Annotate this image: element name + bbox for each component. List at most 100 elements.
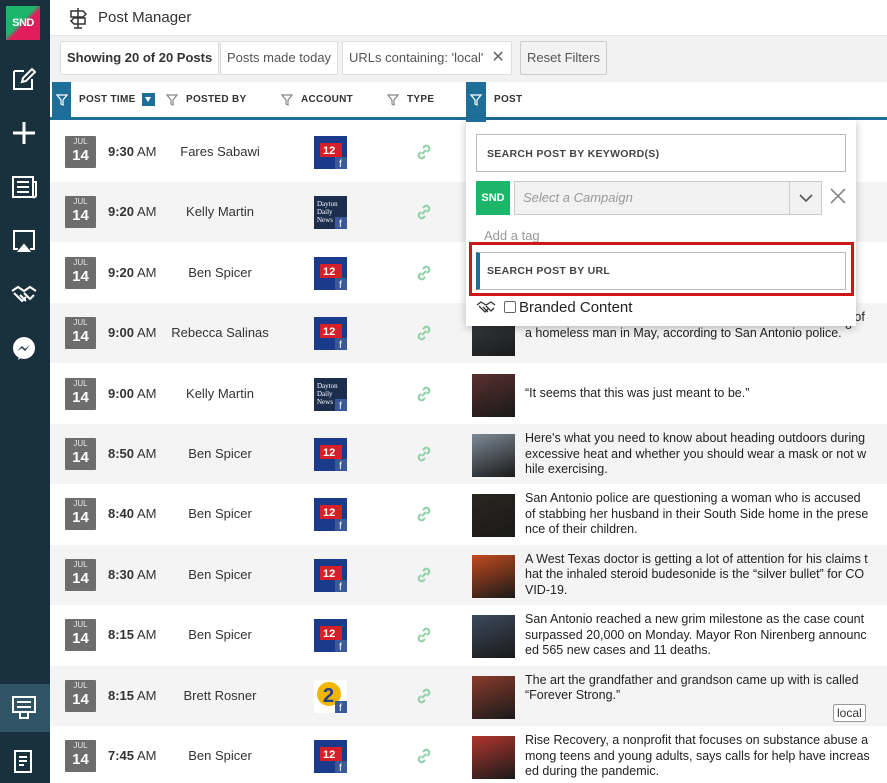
filter-icon[interactable] (166, 93, 178, 106)
branded-content-label: Branded Content (519, 298, 633, 316)
account-avatar-dayton[interactable]: Dayton Daily News f (314, 196, 347, 230)
campaign-placeholder: Select a Campaign (523, 190, 633, 205)
posted-by: Brett Rosner (183, 687, 257, 703)
account-avatar-ksat[interactable]: 12 f (314, 256, 347, 291)
post-text[interactable]: Here's what you need to know about headi… (525, 431, 870, 478)
post-time: 8:15 AM (108, 627, 157, 643)
svg-text:2: 2 (323, 685, 334, 707)
filter-icon[interactable] (281, 93, 293, 106)
table-row[interactable]: JUL 14 9:00 AM Kelly Martin Dayton Daily News f… (50, 364, 887, 424)
table-row[interactable]: JUL 14 8:15 AM Ben Spicer 12 f San Antonio rea… (50, 605, 887, 665)
account-avatar-ksat[interactable]: 12 f (314, 619, 347, 653)
svg-text:News: News (317, 216, 333, 224)
column-posted-by[interactable]: POSTED BY (166, 82, 247, 117)
post-text[interactable]: San Antonio police are questioning a wom… (525, 491, 870, 538)
report-icon[interactable] (7, 745, 41, 779)
post-thumbnail[interactable] (472, 615, 515, 659)
post-time: 9:30 AM (108, 144, 157, 159)
popover-arrow (466, 118, 486, 122)
snd-logo[interactable]: SND (6, 6, 40, 40)
svg-text:12: 12 (323, 326, 335, 338)
messenger-icon[interactable] (7, 332, 41, 366)
table-row[interactable]: JUL 14 8:15 AM Brett Rosner 2 f The art the gr… (50, 665, 887, 726)
post-thumbnail[interactable] (472, 554, 515, 598)
post-thumbnail[interactable] (472, 494, 515, 538)
newspaper-icon[interactable] (7, 170, 41, 204)
column-post-time[interactable]: POST TIME (79, 82, 155, 117)
svg-text:f: f (339, 159, 342, 169)
account-avatar-ksat[interactable]: 12 f (314, 740, 347, 774)
account-avatar-ksat[interactable]: 12 f (314, 558, 347, 593)
column-type[interactable]: TYPE (387, 82, 434, 117)
table-row[interactable]: JUL 14 8:50 AM Ben Spicer 12 f Here's what you… (50, 424, 887, 484)
column-post[interactable]: POST (494, 82, 522, 117)
posts-today-filter[interactable]: Posts made today (220, 41, 339, 75)
branded-content-checkbox[interactable] (504, 301, 516, 313)
post-filter[interactable] (466, 82, 486, 117)
post-thumbnail[interactable] (472, 675, 515, 719)
plus-icon[interactable] (7, 116, 41, 150)
post-filter-popover: SEARCH POST BY KEYWORD(S) SND Select a C… (466, 118, 856, 326)
top-bar: Post Manager (50, 0, 887, 36)
account-avatar-ksat[interactable]: 12 f (314, 136, 347, 170)
account-avatar-ksat[interactable]: 12 f (314, 438, 347, 472)
post-text[interactable]: The art the grandfather and grandson cam… (525, 673, 870, 704)
post-time-filter[interactable] (52, 82, 71, 117)
post-time: 9:00 AM (108, 385, 157, 401)
post-thumbnail[interactable] (472, 736, 515, 779)
add-tag-input[interactable]: Add a tag (484, 228, 540, 243)
url-search-input[interactable]: SEARCH POST BY URL (476, 252, 846, 290)
close-icon[interactable]: ✕ (491, 42, 504, 74)
account-avatar-ksat[interactable]: 12 f (314, 498, 347, 532)
signpost-icon (69, 8, 88, 29)
post-text[interactable]: San Antonio reached a new grim milestone… (525, 612, 870, 659)
post-manager-icon[interactable] (7, 691, 41, 725)
posted-by: Kelly Martin (186, 204, 254, 220)
table-row[interactable]: JUL 14 7:45 AM Ben Spicer 12 f Rise Recovery, … (50, 726, 887, 783)
post-tag[interactable]: local (833, 703, 866, 722)
svg-text:12: 12 (323, 628, 335, 640)
account-avatar-ksat[interactable]: 12 f (314, 317, 347, 351)
account-avatar-dayton[interactable]: Dayton Daily News f (314, 377, 347, 412)
reset-filters-button[interactable]: Reset Filters (520, 41, 607, 75)
posted-by: Kelly Martin (186, 385, 254, 401)
link-icon (414, 384, 434, 404)
table-row[interactable]: JUL 14 8:40 AM Ben Spicer 12 f San Antonio pol… (50, 484, 887, 544)
campaign-select[interactable]: Select a Campaign (514, 181, 822, 215)
post-text[interactable]: Rise Recovery, a nonprofit that focuses … (525, 733, 870, 780)
url-filter-chip[interactable]: URLs containing: 'local' ✕ (342, 41, 512, 75)
filter-icon[interactable] (387, 93, 399, 106)
link-icon (414, 504, 434, 524)
edit-icon[interactable] (7, 62, 41, 96)
svg-text:f: f (339, 219, 342, 229)
svg-text:f: f (339, 763, 342, 773)
branded-content-option[interactable]: Branded Content (476, 296, 632, 318)
chevron-down-icon[interactable] (789, 182, 821, 214)
post-text[interactable]: “It seems that this was just meant to be… (525, 386, 870, 402)
svg-text:Dayton: Dayton (317, 382, 338, 390)
date-badge: JUL 14 (65, 619, 96, 652)
svg-text:12: 12 (323, 568, 335, 580)
airplay-icon[interactable] (7, 224, 41, 258)
svg-text:f: f (339, 401, 342, 411)
sort-desc-icon[interactable] (141, 93, 155, 106)
svg-text:12: 12 (323, 749, 335, 761)
posted-by: Ben Spicer (188, 748, 252, 763)
post-thumbnail[interactable] (472, 373, 515, 417)
table-row[interactable]: JUL 14 8:30 AM Ben Spicer 12 f A West Texas do… (50, 544, 887, 605)
date-badge: JUL 14 (65, 196, 96, 229)
post-time: 8:15 AM (108, 687, 157, 703)
keyword-search-input[interactable]: SEARCH POST BY KEYWORD(S) (476, 134, 846, 172)
column-account[interactable]: ACCOUNT (281, 82, 353, 117)
post-thumbnail[interactable] (472, 434, 515, 477)
handshake-icon[interactable] (7, 278, 41, 312)
close-icon[interactable] (828, 186, 848, 206)
posted-by: Fares Sabawi (180, 144, 260, 159)
post-text[interactable]: A West Texas doctor is getting a lot of … (525, 552, 870, 599)
post-time: 7:45 AM (108, 748, 157, 763)
campaign-logo: SND (476, 181, 510, 215)
posted-by: Ben Spicer (188, 506, 252, 522)
svg-text:f: f (339, 703, 342, 713)
post-time: 9:00 AM (108, 325, 157, 341)
account-avatar-wsb[interactable]: 2f (314, 679, 347, 714)
